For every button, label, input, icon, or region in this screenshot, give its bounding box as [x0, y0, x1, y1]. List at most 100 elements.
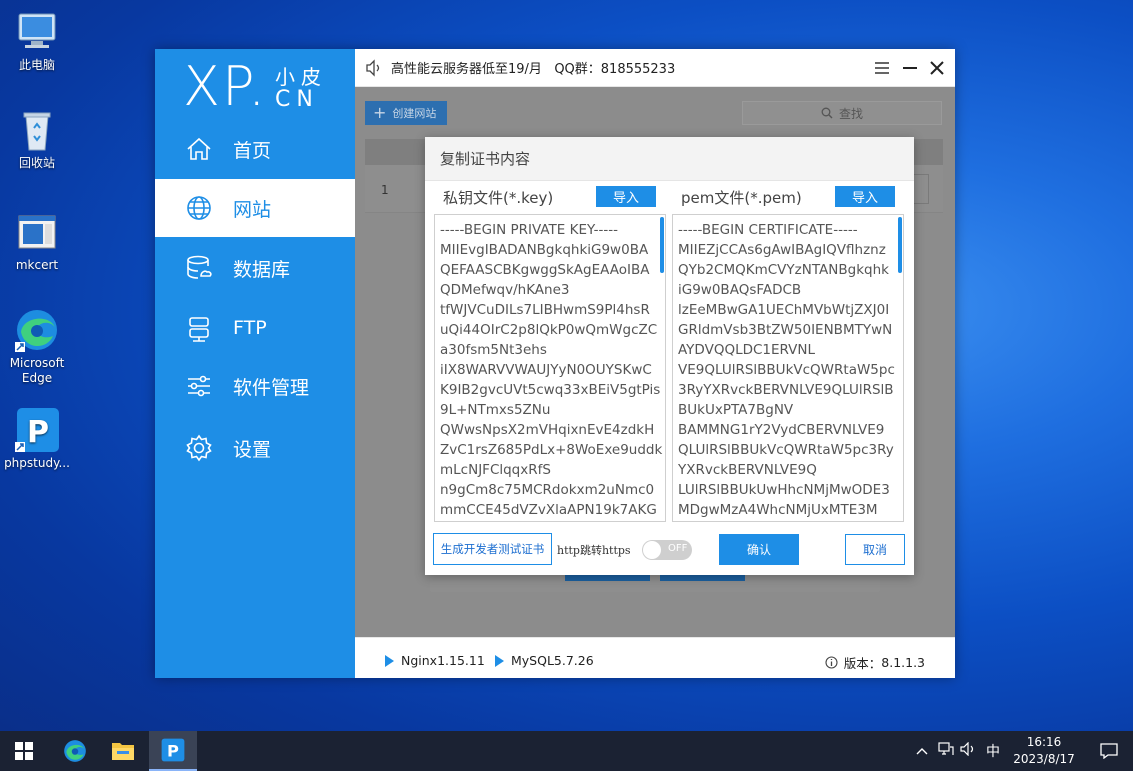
notification-button[interactable] — [1085, 731, 1133, 771]
generate-dev-cert-button[interactable]: 生成开发者测试证书 — [433, 533, 552, 565]
desktop-icon-label: Microsoft Edge — [9, 356, 65, 385]
sidebar-item-label: 设置 — [233, 438, 272, 461]
search-button[interactable]: 查找 — [742, 101, 942, 125]
database-icon — [185, 254, 213, 282]
plus-icon: + — [373, 103, 387, 122]
phpstudy-icon: P — [161, 738, 185, 762]
service-label: MySQL5.7.26 — [511, 653, 594, 668]
service-label: Nginx1.15.11 — [401, 653, 485, 668]
toggle-knob — [643, 541, 661, 559]
create-website-button[interactable]: + 创建网站 — [365, 101, 447, 125]
cancel-button[interactable]: 取消 — [845, 534, 905, 565]
system-tray: 中 — [916, 731, 1000, 771]
hamburger-icon — [875, 62, 889, 74]
taskbar-edge[interactable] — [51, 731, 99, 771]
service-nginx[interactable]: Nginx1.15.11 — [385, 653, 485, 668]
ime-indicator[interactable]: 中 — [986, 741, 1000, 761]
sliders-icon — [185, 372, 213, 400]
start-button[interactable] — [0, 731, 48, 771]
recycle-bin-icon — [13, 106, 61, 154]
desktop-icon-label: 此电脑 — [18, 58, 55, 72]
menu-button[interactable] — [871, 57, 893, 79]
gear-icon — [185, 434, 213, 462]
minimize-icon — [903, 67, 917, 69]
chevron-up-icon[interactable] — [916, 744, 928, 759]
svg-text:P: P — [27, 415, 49, 450]
private-key-text: -----BEGIN PRIVATE KEY----- MIIEvgIBADAN… — [440, 222, 663, 518]
edge-icon — [64, 740, 86, 762]
desktop-icon-phpstudy[interactable]: P phpstudy... — [4, 406, 70, 471]
play-icon — [385, 654, 394, 667]
play-icon — [495, 654, 504, 667]
desktop-icon-this-pc[interactable]: 此电脑 — [4, 8, 70, 73]
scrollbar[interactable] — [898, 217, 902, 273]
sidebar-item-settings[interactable]: 设置 — [155, 419, 355, 477]
computer-icon — [13, 8, 61, 56]
network-icon[interactable] — [938, 742, 954, 760]
logo-cn-bottom: CN — [275, 87, 319, 112]
version-label: 版本： — [843, 656, 882, 671]
sidebar-item-label: 软件管理 — [233, 376, 310, 399]
scrollbar[interactable] — [660, 217, 664, 273]
file-explorer-icon — [112, 743, 134, 760]
search-icon — [821, 107, 833, 119]
clock-date: 2023/8/17 — [1013, 752, 1075, 766]
sidebar-item-label: 网站 — [233, 198, 272, 221]
desktop-icon-mkcert[interactable]: mkcert — [4, 208, 70, 273]
desktop-icon-recycle-bin[interactable]: 回收站 — [4, 106, 70, 171]
status-bar: Nginx1.15.11 MySQL5.7.26 版本： 8.1.1.3 — [355, 637, 955, 678]
clock-time: 16:16 — [1026, 735, 1062, 749]
clock[interactable]: 16:16 2023/8/17 — [1006, 734, 1082, 768]
edge-icon — [13, 306, 61, 354]
logo: XP. 小皮 CN — [183, 57, 353, 117]
private-key-textarea[interactable]: -----BEGIN PRIVATE KEY----- MIIEvgIBADAN… — [434, 214, 666, 522]
info-icon — [825, 656, 838, 669]
sidebar-item-website[interactable]: 网站 — [155, 179, 355, 237]
taskbar-file-explorer[interactable] — [99, 731, 147, 771]
pem-textarea[interactable]: -----BEGIN CERTIFICATE----- MIIEZjCCAs6g… — [672, 214, 904, 522]
https-redirect-toggle[interactable]: OFF — [642, 540, 692, 560]
desktop-icon-label: phpstudy... — [4, 456, 70, 470]
notification-icon — [1100, 743, 1118, 759]
sidebar-item-database[interactable]: 数据库 — [155, 239, 355, 297]
sidebar: XP. 小皮 CN 首页 网站 数据库 FTP 软件管理 设置 — [155, 49, 355, 678]
confirm-button[interactable]: 确认 — [719, 534, 799, 565]
pem-file-label: pem文件(*.pem) — [681, 189, 802, 207]
dialog-title: 复制证书内容 — [425, 137, 914, 181]
title-bar: 高性能云服务器低至19/月 QQ群：818555233 — [355, 49, 955, 87]
server-icon — [185, 314, 213, 342]
taskbar-phpstudy[interactable]: P — [149, 731, 197, 771]
sidebar-item-label: 首页 — [233, 139, 272, 162]
search-label: 查找 — [838, 106, 863, 121]
create-website-label: 创建网站 — [392, 107, 437, 120]
copy-cert-dialog: 复制证书内容 私钥文件(*.key) 导入 pem文件(*.pem) 导入 --… — [425, 137, 914, 575]
globe-icon — [185, 194, 213, 222]
pem-text: -----BEGIN CERTIFICATE----- MIIEZjCCAs6g… — [678, 222, 895, 518]
desktop-icon-label: 回收站 — [18, 156, 55, 170]
sidebar-item-ftp[interactable]: FTP — [155, 299, 355, 357]
desktop-icon-label: mkcert — [15, 258, 59, 272]
sidebar-item-software[interactable]: 软件管理 — [155, 357, 355, 415]
redirect-label: http跳转https — [557, 544, 631, 557]
windows-start-icon — [15, 742, 33, 760]
volume-icon[interactable] — [960, 741, 976, 760]
close-button[interactable] — [926, 57, 948, 79]
minimize-button[interactable] — [899, 57, 921, 79]
close-icon — [930, 61, 944, 75]
window-file-icon — [13, 208, 61, 256]
logo-cn-top: 小皮 — [275, 65, 327, 89]
home-icon — [185, 135, 213, 163]
service-mysql[interactable]: MySQL5.7.26 — [495, 653, 594, 668]
sidebar-item-label: 数据库 — [233, 258, 291, 281]
taskbar: P 中 16:16 2023/8/17 — [0, 731, 1133, 771]
desktop-icon-edge[interactable]: Microsoft Edge — [4, 306, 70, 386]
version-value: 8.1.1.3 — [881, 655, 925, 670]
phpstudy-icon: P — [13, 406, 61, 454]
sidebar-item-home[interactable]: 首页 — [155, 120, 355, 178]
speaker-icon — [365, 58, 383, 77]
logo-main: XP. — [183, 55, 268, 118]
version-info: 版本： 8.1.1.3 — [825, 653, 925, 672]
notice-text: 高性能云服务器低至19/月 QQ群：818555233 — [391, 62, 676, 77]
import-key-button[interactable]: 导入 — [596, 186, 656, 207]
import-pem-button[interactable]: 导入 — [835, 186, 895, 207]
